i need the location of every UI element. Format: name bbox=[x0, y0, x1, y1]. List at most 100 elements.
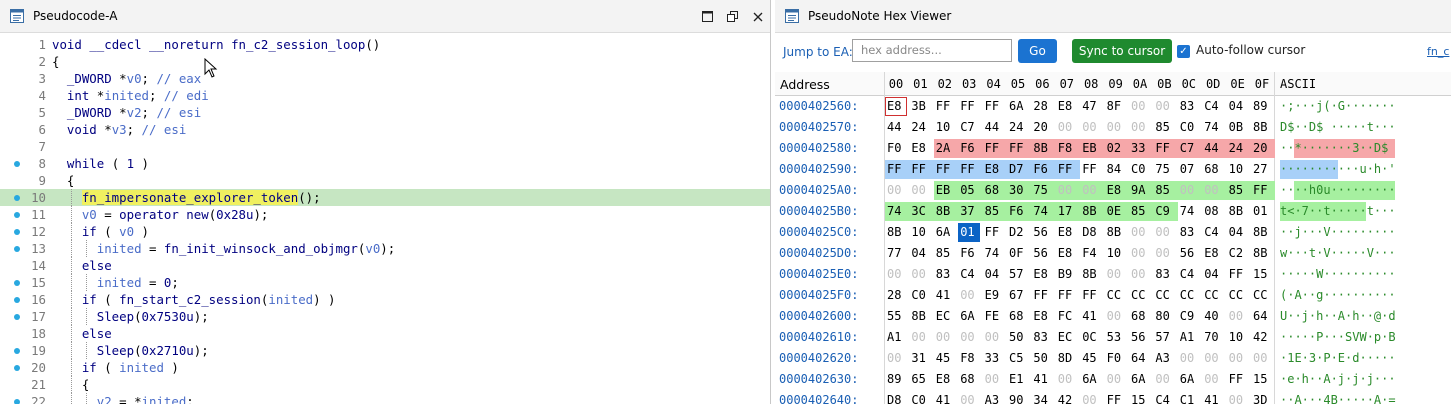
hex-byte[interactable]: 8B bbox=[1251, 244, 1273, 263]
hex-byte[interactable]: CC bbox=[1251, 286, 1273, 305]
hex-row-address[interactable]: 0000402590: bbox=[779, 159, 858, 180]
hex-byte[interactable]: E8 bbox=[885, 97, 907, 116]
hex-byte[interactable]: E8 bbox=[1056, 244, 1078, 263]
hex-byte[interactable]: A1 bbox=[885, 328, 907, 347]
code-line[interactable]: 4 int *inited; // edi bbox=[0, 87, 770, 104]
hex-byte[interactable]: 01 bbox=[1251, 202, 1273, 221]
hex-byte[interactable]: 64 bbox=[1129, 349, 1151, 368]
code-line[interactable]: 1 void __cdecl __noreturn fn_c2_session_l… bbox=[0, 36, 770, 53]
hex-byte[interactable]: 85 bbox=[934, 244, 956, 263]
breakpoint-dot-icon[interactable] bbox=[14, 399, 20, 404]
hex-byte[interactable]: 44 bbox=[983, 118, 1005, 137]
hex-byte[interactable]: E9 bbox=[983, 286, 1005, 305]
hex-byte[interactable]: FF bbox=[958, 97, 980, 116]
hex-byte[interactable]: C1 bbox=[1178, 391, 1200, 404]
hex-byte[interactable]: 8B bbox=[1031, 139, 1053, 158]
hex-byte[interactable]: FF bbox=[983, 97, 1005, 116]
hex-byte[interactable]: C7 bbox=[958, 118, 980, 137]
hex-byte[interactable]: C4 bbox=[958, 265, 980, 284]
hex-byte[interactable]: 00 bbox=[1105, 370, 1127, 389]
hex-byte[interactable]: F6 bbox=[1007, 202, 1029, 221]
hex-byte[interactable]: CC bbox=[1105, 286, 1127, 305]
hex-row[interactable]: 00004025B0: 74 3C 8B 37 85 F6 74 17 8B 0E 85 C9 74 08 8… bbox=[775, 201, 1451, 222]
ascii-text[interactable]: t<·7··t·····t··· bbox=[1280, 202, 1396, 221]
hex-row-address[interactable]: 0000402620: bbox=[779, 348, 858, 369]
hex-byte[interactable]: CC bbox=[1178, 286, 1200, 305]
code-line[interactable]: 10 fn_impersonate_explorer_token(); bbox=[0, 189, 770, 206]
hex-byte[interactable]: B9 bbox=[1056, 265, 1078, 284]
hex-byte[interactable]: 02 bbox=[1105, 139, 1127, 158]
hex-byte[interactable]: FF bbox=[1227, 265, 1249, 284]
hex-byte[interactable]: 04 bbox=[909, 244, 931, 263]
hex-byte[interactable]: 04 bbox=[1227, 223, 1249, 242]
hex-byte[interactable]: 53 bbox=[1105, 328, 1127, 347]
hex-byte[interactable]: 15 bbox=[1129, 391, 1151, 404]
hex-byte[interactable]: CC bbox=[1227, 286, 1249, 305]
hex-byte[interactable]: 89 bbox=[885, 370, 907, 389]
hex-byte[interactable]: C4 bbox=[1202, 97, 1224, 116]
hex-byte[interactable]: FF bbox=[983, 223, 1005, 242]
hex-byte[interactable]: FF bbox=[1080, 160, 1102, 179]
hex-byte[interactable]: 75 bbox=[1153, 160, 1175, 179]
hex-byte[interactable]: FF bbox=[1080, 286, 1102, 305]
hex-byte[interactable]: 45 bbox=[1080, 349, 1102, 368]
code-line[interactable]: 20 if ( inited ) bbox=[0, 359, 770, 376]
hex-byte[interactable]: 00 bbox=[1202, 181, 1224, 200]
hex-byte[interactable]: 83 bbox=[934, 265, 956, 284]
hex-byte[interactable]: F0 bbox=[885, 139, 907, 158]
ascii-text[interactable]: ···········u·h·' bbox=[1280, 160, 1396, 179]
hex-byte[interactable]: 31 bbox=[909, 349, 931, 368]
restore-icon[interactable] bbox=[720, 0, 745, 33]
hex-byte[interactable]: 41 bbox=[1202, 391, 1224, 404]
ascii-text[interactable]: D$··D$ ·····t··· bbox=[1280, 118, 1396, 137]
hex-byte[interactable]: E8 bbox=[909, 139, 931, 158]
breakpoint-dot-icon[interactable] bbox=[14, 229, 20, 235]
hex-byte[interactable]: 44 bbox=[1202, 139, 1224, 158]
hex-byte[interactable]: 67 bbox=[1007, 286, 1029, 305]
hex-byte[interactable]: 8B bbox=[1251, 223, 1273, 242]
hex-byte[interactable]: 00 bbox=[1105, 118, 1127, 137]
hex-byte[interactable]: EB bbox=[934, 181, 956, 200]
hex-byte[interactable]: 00 bbox=[1080, 118, 1102, 137]
hex-byte[interactable]: 01 bbox=[958, 223, 981, 242]
ascii-text[interactable]: ·;···j(·G······· bbox=[1280, 97, 1396, 116]
hex-byte[interactable]: 42 bbox=[1251, 328, 1273, 347]
hex-byte[interactable]: 8B bbox=[1080, 265, 1102, 284]
hex-byte[interactable]: 00 bbox=[1178, 349, 1200, 368]
hex-byte[interactable]: 00 bbox=[885, 181, 907, 200]
hex-byte[interactable]: 57 bbox=[1007, 265, 1029, 284]
ascii-text[interactable]: (·A··g·········· bbox=[1280, 286, 1396, 305]
hex-byte[interactable]: FF bbox=[1056, 160, 1078, 179]
hex-byte[interactable]: 00 bbox=[1129, 97, 1151, 116]
hex-byte[interactable]: 56 bbox=[1178, 244, 1200, 263]
hex-byte[interactable]: 55 bbox=[885, 307, 907, 326]
hex-byte[interactable]: 47 bbox=[1080, 97, 1102, 116]
hex-byte[interactable]: CC bbox=[1153, 286, 1175, 305]
hex-byte[interactable]: 10 bbox=[1227, 160, 1249, 179]
code-line[interactable]: 3 _DWORD *v0; // eax bbox=[0, 70, 770, 87]
ascii-text[interactable]: ·····W·········· bbox=[1280, 265, 1396, 284]
hex-byte[interactable]: E8 bbox=[1105, 181, 1127, 200]
hex-byte[interactable]: 00 bbox=[1080, 181, 1102, 200]
code-line[interactable]: 22 v2 = *inited; bbox=[0, 393, 770, 404]
code-line[interactable]: 7 bbox=[0, 138, 770, 155]
hex-byte[interactable]: EC bbox=[1056, 328, 1078, 347]
hex-byte[interactable]: 9A bbox=[1129, 181, 1151, 200]
hex-byte[interactable]: 8B bbox=[885, 223, 907, 242]
ascii-text[interactable]: ·e·h··A·j·j·j··· bbox=[1280, 370, 1396, 389]
breakpoint-dot-icon[interactable] bbox=[14, 246, 20, 252]
hex-byte[interactable]: F6 bbox=[1031, 160, 1053, 179]
hex-byte[interactable]: 83 bbox=[1178, 97, 1200, 116]
hex-byte[interactable]: FF bbox=[1031, 286, 1053, 305]
hex-byte[interactable]: 0C bbox=[1080, 328, 1102, 347]
hex-byte[interactable]: 00 bbox=[1227, 391, 1249, 404]
hex-byte[interactable]: 00 bbox=[1153, 223, 1175, 242]
hex-byte[interactable]: 00 bbox=[958, 286, 980, 305]
hex-byte[interactable]: FF bbox=[1056, 286, 1078, 305]
hex-byte[interactable]: F6 bbox=[958, 244, 980, 263]
hex-byte[interactable]: 64 bbox=[1251, 307, 1273, 326]
hex-byte[interactable]: 00 bbox=[885, 349, 907, 368]
hex-byte[interactable]: C0 bbox=[1178, 118, 1200, 137]
code-line[interactable]: 5 _DWORD *v2; // esi bbox=[0, 104, 770, 121]
hex-byte[interactable]: 27 bbox=[1251, 160, 1273, 179]
